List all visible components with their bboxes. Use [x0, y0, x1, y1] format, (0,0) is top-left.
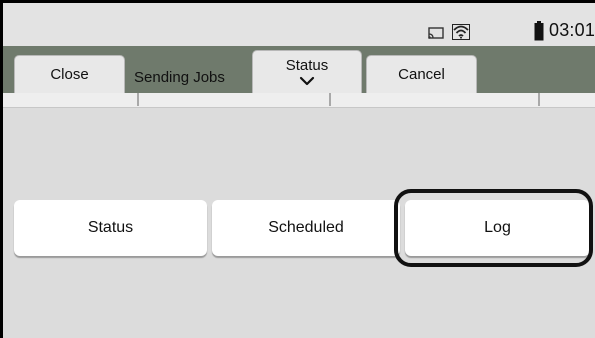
- cast-icon: [428, 27, 444, 39]
- column-divider: [538, 93, 540, 106]
- clock-time: 03:01: [549, 20, 595, 40]
- tab-scheduled[interactable]: Scheduled: [212, 200, 400, 256]
- screen-title: Sending Jobs: [134, 69, 225, 86]
- column-divider: [137, 93, 139, 106]
- cancel-button[interactable]: Cancel: [366, 55, 477, 93]
- list-header-strip: [3, 93, 595, 108]
- status-menu-label: Status: [285, 57, 329, 74]
- status-menu-button[interactable]: Status: [252, 50, 362, 93]
- battery-icon: [534, 21, 544, 41]
- tab-status[interactable]: Status: [14, 200, 207, 256]
- column-divider: [329, 93, 331, 106]
- screen-frame: 03:01 Close Sending Jobs Status Cancel S…: [0, 0, 595, 338]
- status-bar: 03:01: [3, 3, 595, 46]
- close-button[interactable]: Close: [14, 55, 125, 93]
- tab-log[interactable]: Log: [405, 200, 590, 256]
- chevron-down-icon: [299, 76, 315, 86]
- wifi-icon: [452, 24, 470, 40]
